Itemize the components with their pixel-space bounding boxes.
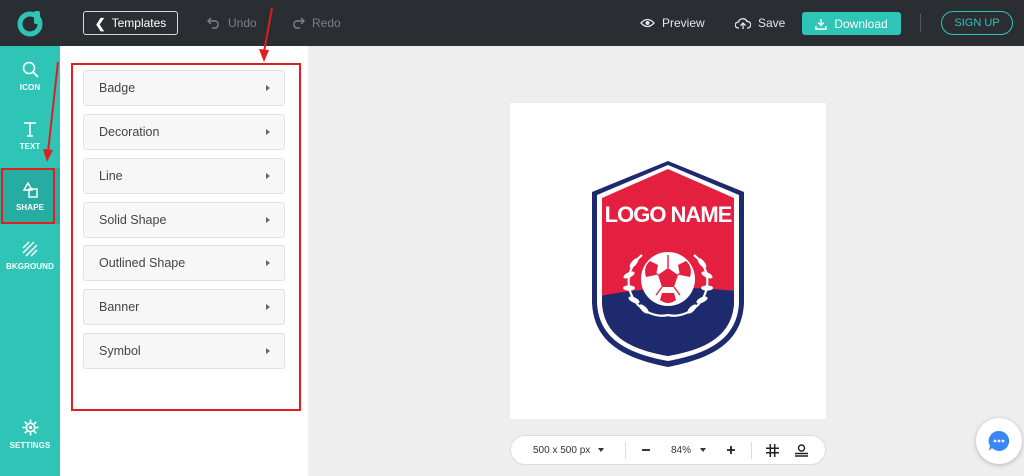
logo-name-text[interactable]: LOGO NAME [605,202,733,227]
sidebar-item-background[interactable]: BKGROUND [0,228,60,284]
download-label: Download [834,16,888,31]
left-sidebar: ICON TEXT SHAPE BKGROUND SETTINGS [0,46,60,476]
canvas-toolbar: 500 x 500 px 84% [510,435,826,465]
caret-right-icon [266,129,270,135]
undo-icon [207,17,219,29]
shape-highlight-box [1,168,55,224]
templates-button[interactable]: ❮ Templates [83,11,178,35]
sidebar-item-text[interactable]: TEXT [0,108,60,164]
zoom-level-label: 84% [671,444,692,456]
category-label: Line [99,169,123,183]
chevron-left-icon: ❮ [94,15,106,31]
eye-icon [640,18,655,28]
category-symbol[interactable]: Symbol [83,333,285,369]
save-label: Save [758,16,786,30]
toolbar-divider [751,442,752,459]
redo-icon [293,17,305,29]
background-icon [22,241,38,257]
chat-widget-button[interactable] [976,418,1022,464]
text-icon [24,122,36,137]
redo-button[interactable]: Redo [291,0,341,46]
redo-label: Redo [312,16,341,30]
sidebar-item-label: SETTINGS [9,440,51,450]
zoom-in-button[interactable] [726,436,736,464]
toolbar-divider [625,442,626,459]
toolbar-divider [920,14,921,32]
category-solid-shape[interactable]: Solid Shape [83,202,285,238]
gear-icon [22,419,38,435]
caret-right-icon [266,85,270,91]
preview-label: Preview [662,16,705,30]
sidebar-item-label: TEXT [19,142,41,151]
category-label: Solid Shape [99,213,167,227]
category-label: Banner [99,300,140,314]
caret-down-icon [598,448,605,452]
category-label: Symbol [99,344,141,358]
minus-icon [642,449,650,451]
app-logo-icon [17,11,43,37]
sign-up-button[interactable]: SIGN UP [941,11,1013,35]
category-banner[interactable]: Banner [83,289,285,325]
category-label: Decoration [99,125,160,139]
caret-right-icon [266,260,270,266]
sidebar-item-icon[interactable]: ICON [0,48,60,104]
category-line[interactable]: Line [83,158,285,194]
grid-toggle-button[interactable] [766,436,779,464]
canvas-size-select[interactable]: 500 x 500 px [533,436,605,464]
caret-right-icon [266,348,270,354]
sidebar-item-label: BKGROUND [6,262,54,271]
save-button[interactable]: Save [735,0,785,46]
caret-right-icon [266,173,270,179]
plus-icon [727,446,735,454]
sidebar-item-label: ICON [19,82,41,92]
cloud-upload-icon [735,17,751,29]
download-button[interactable]: Download [802,12,901,35]
align-bottom-icon [795,443,808,457]
category-label: Badge [99,81,136,95]
templates-label: Templates [111,16,167,30]
preview-button[interactable]: Preview [640,0,705,46]
top-toolbar: ❮ Templates Undo Redo Preview Save Downl… [0,0,1024,46]
caret-down-icon [700,448,707,452]
caret-right-icon [266,304,270,310]
search-icon [22,61,39,78]
soccer-ball-icon [641,252,695,306]
category-badge[interactable]: Badge [83,70,285,106]
zoom-out-button[interactable] [641,436,651,464]
sign-up-label: SIGN UP [954,17,1000,29]
design-canvas[interactable]: LOGO NAME [510,103,826,419]
category-label: Outlined Shape [99,256,186,270]
category-outlined-shape[interactable]: Outlined Shape [83,245,285,281]
category-decoration[interactable]: Decoration [83,114,285,150]
caret-right-icon [266,217,270,223]
grid-icon [766,443,779,457]
app-logo[interactable] [0,0,60,46]
undo-label: Undo [228,16,257,30]
download-icon [815,18,828,30]
chat-icon [988,430,1010,451]
undo-button[interactable]: Undo [207,0,257,46]
zoom-level-select[interactable]: 84% [671,436,707,464]
badge-logo[interactable]: LOGO NAME [510,103,826,419]
align-button[interactable] [795,436,808,464]
canvas-size-label: 500 x 500 px [533,444,591,456]
sidebar-item-settings[interactable]: SETTINGS [0,406,60,462]
